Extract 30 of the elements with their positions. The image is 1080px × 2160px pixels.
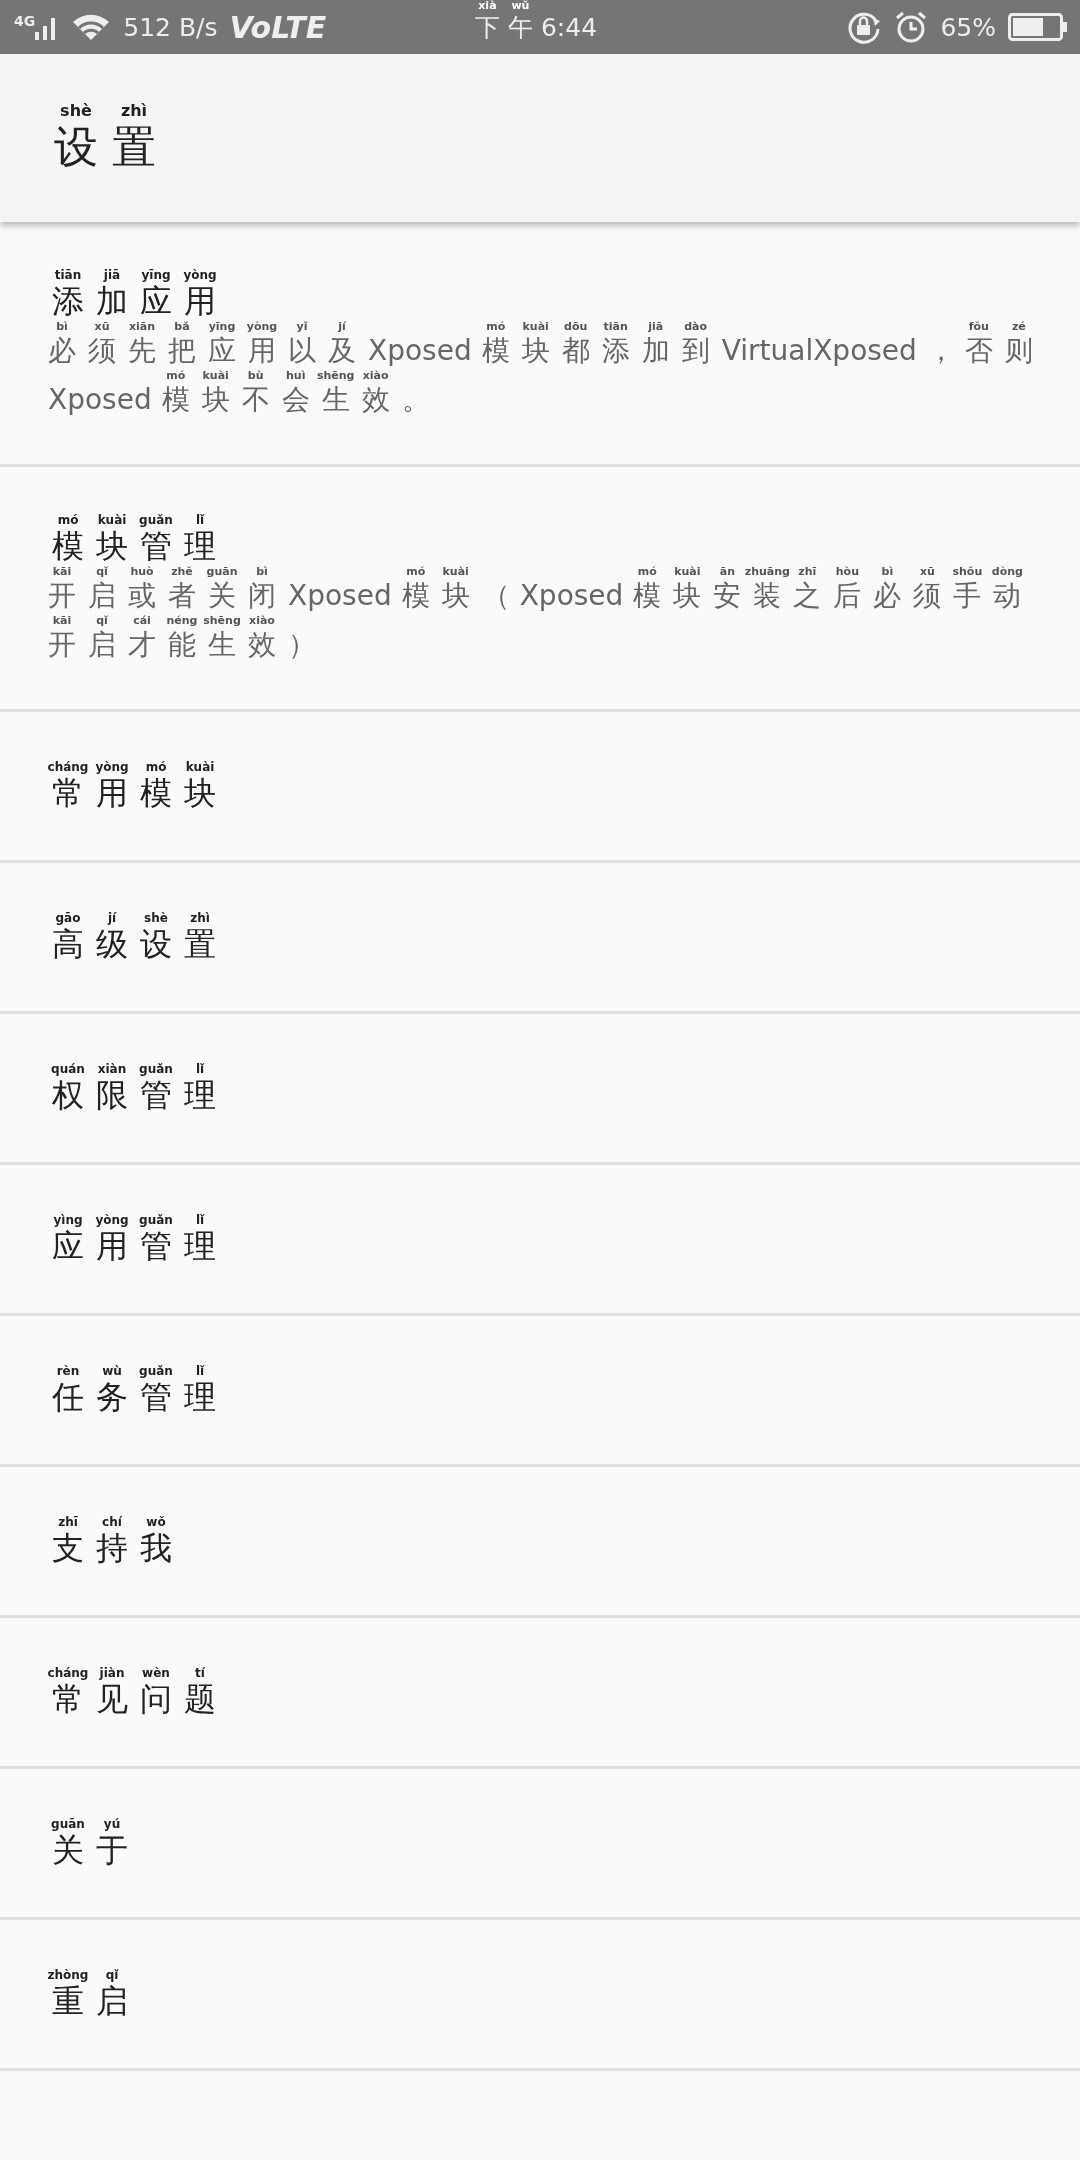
network-type: 4G [14,14,36,28]
item-description: bì 必 xū 须 xiān 先 bǎ 把 yīng 应 yòng 用 yǐ 以 jí 及 Xposed mó 模 kuài 块 dōu 都 tiān 添 jiā 加 dào 到 VirtualXposed ， fǒu 否 zé 则 Xposed mó 模 kuài 块 bù 不 huì 会 shēng 生 xiào 效 。 [48,320,1034,418]
settings-item[interactable]: guān 关 yú 于 [0,1769,1080,1920]
settings-item[interactable]: tiān 添 jiā 加 yīng 应 yòng 用 bì 必 xū 须 xiān 先 bǎ 把 yīng 应 yòng 用 yǐ 以 jí 及 Xposed mó 模 kuài 块 dōu 都 tiān 添 jiā 加 dào 到 VirtualXposed ， fǒu 否 zé 则 Xposed mó 模 kuài 块 bù 不 huì 会 shēng 生 xiào 效 。 [0,222,1080,467]
item-title: guān 关 yú 于 [52,1817,129,1869]
wifi-icon [71,12,112,42]
item-title: quán 权 xiàn 限 guǎn 管 lǐ 理 [52,1062,217,1114]
settings-item[interactable]: yìng 应 yòng 用 guǎn 管 lǐ 理 [0,1165,1080,1316]
battery-icon [1008,13,1068,41]
screen-title: shè 设 zhì 置 [54,102,157,174]
settings-item[interactable]: gāo 高 jí 级 shè 设 zhì 置 [0,863,1080,1014]
settings-item[interactable]: zhòng 重 qǐ 启 [0,1920,1080,2071]
item-title: yìng 应 yòng 用 guǎn 管 lǐ 理 [52,1213,217,1265]
settings-item[interactable]: rèn 任 wù 务 guǎn 管 lǐ 理 [0,1316,1080,1467]
item-title: tiān 添 jiā 加 yīng 应 yòng 用 [52,268,218,320]
item-title: gāo 高 jí 级 shè 设 zhì 置 [52,911,217,963]
battery-percentage: 65% [940,12,996,42]
alarm-icon [894,10,929,44]
settings-item[interactable]: cháng 常 jiàn 见 wèn 问 tí 题 [0,1618,1080,1769]
settings-item[interactable]: cháng 常 yòng 用 mó 模 kuài 块 [0,712,1080,863]
settings-item[interactable]: mó 模 kuài 块 guǎn 管 lǐ 理 kāi 开 qǐ 启 huò 或 zhě 者 guān 关 bì 闭 Xposed mó 模 kuài 块 （ Xposed mó 模 kuài 块 ān 安 zhuāng 装 zhī 之 hòu 后 bì 必 xū 须 shǒu 手 dòng 动 kāi 开 qǐ 启 cái 才 néng 能 shēng 生 xiào 效 ） [0,467,1080,712]
clock: xià 下 wǔ 午 6:44 [474,0,599,44]
volte-indicator: VoLTE [229,9,327,45]
network-speed: 512 B/s [123,12,218,42]
settings-item[interactable]: zhī 支 chí 持 wǒ 我 [0,1467,1080,1618]
settings-item[interactable]: quán 权 xiàn 限 guǎn 管 lǐ 理 [0,1014,1080,1165]
item-title: zhī 支 chí 持 wǒ 我 [52,1515,173,1567]
item-title: mó 模 kuài 块 guǎn 管 lǐ 理 [52,513,217,565]
item-description: kāi 开 qǐ 启 huò 或 zhě 者 guān 关 bì 闭 Xposed mó 模 kuài 块 （ Xposed mó 模 kuài 块 ān 安 zhuāng 装 zhī 之 hòu 后 bì 必 xū 须 shǒu 手 dòng 动 kāi 开 qǐ 启 cái 才 néng 能 shēng 生 xiào 效 ） [48,565,1024,663]
item-title: rèn 任 wù 务 guǎn 管 lǐ 理 [52,1364,217,1416]
